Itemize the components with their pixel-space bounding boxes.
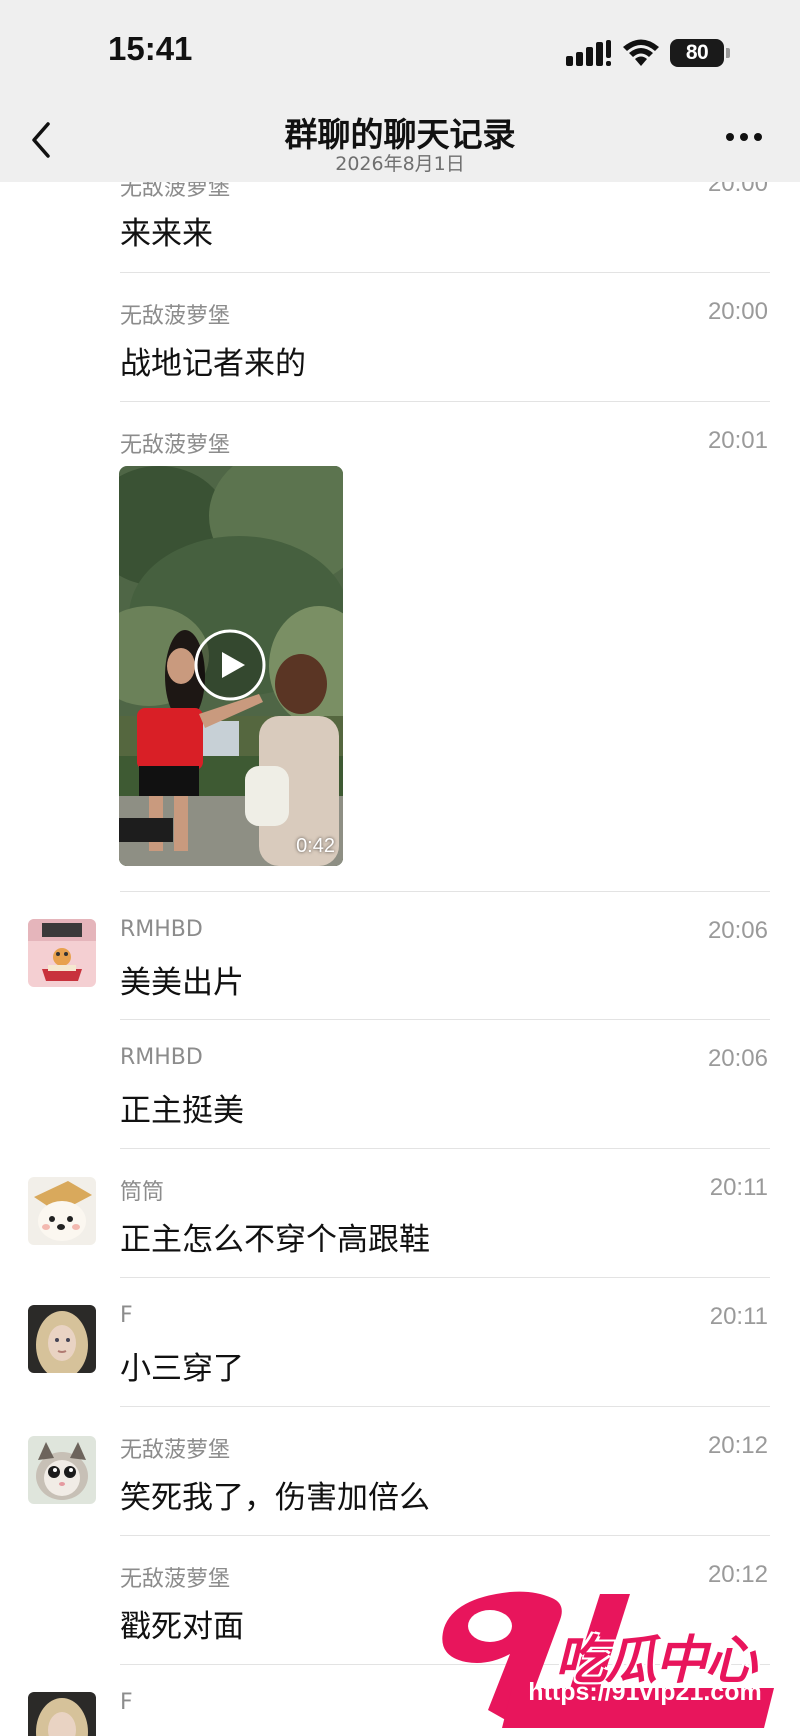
sender-name: 无敌菠萝堡 (120, 1438, 231, 1463)
message-time: 20:12 (707, 1432, 768, 1459)
sender-name: 无敌菠萝堡 (120, 433, 231, 458)
signal-icon (566, 40, 611, 66)
chat-history-page: 无敌菠萝堡 20:00 来来来 无敌菠萝堡 20:00 战地记者来的 无敌菠萝堡… (0, 0, 800, 1736)
play-icon[interactable] (193, 628, 267, 702)
avatar-image (28, 919, 96, 987)
divider (120, 401, 770, 402)
avatar-image (28, 1692, 96, 1736)
message-text: 美美出片 (120, 965, 244, 1001)
sender-name: RMHBD (120, 917, 203, 942)
avatar[interactable] (28, 1305, 96, 1373)
sender-name: 无敌菠萝堡 (120, 1567, 231, 1592)
page-subtitle: 2026年8月1日 (335, 153, 465, 175)
sender-name: 筒筒 (120, 1180, 165, 1205)
video-message[interactable]: 0:42 (119, 466, 343, 866)
battery-tip (726, 48, 730, 58)
message-text: 战地记者来的 (120, 346, 306, 382)
divider (120, 1019, 770, 1020)
message-text: 正主挺美 (120, 1093, 244, 1129)
avatar[interactable] (28, 1692, 96, 1736)
message-time: 20:00 (707, 298, 768, 325)
message-list[interactable]: 无敌菠萝堡 20:00 来来来 无敌菠萝堡 20:00 战地记者来的 无敌菠萝堡… (0, 0, 800, 1736)
message-time: 20:06 (707, 1045, 768, 1072)
avatar[interactable] (28, 1177, 96, 1245)
sender-name: RMHBD (120, 1045, 203, 1070)
watermark-url: https://91vip21.com (528, 1678, 762, 1706)
message-time: 20:06 (707, 917, 768, 944)
message-text: 笑死我了，伤害加倍么 (120, 1480, 430, 1516)
message-text: 正主怎么不穿个高跟鞋 (120, 1222, 430, 1258)
divider (120, 1148, 770, 1149)
message-time: 20:11 (709, 1174, 768, 1201)
message-time: 20:11 (709, 1303, 768, 1330)
message-text: 小三穿了 (120, 1351, 244, 1387)
divider (120, 272, 770, 273)
divider (120, 891, 770, 892)
message-text: 戳死对面 (120, 1609, 244, 1645)
wifi-icon (623, 39, 659, 66)
avatar-image (28, 1436, 96, 1504)
message-time: 20:01 (707, 427, 768, 454)
divider (120, 1535, 770, 1536)
sender-name: F (120, 1303, 133, 1328)
avatar[interactable] (28, 919, 96, 987)
video-duration: 0:42 (296, 835, 335, 857)
status-time: 15:41 (108, 30, 193, 67)
sender-name: F (120, 1690, 133, 1715)
divider (120, 1406, 770, 1407)
message-text: 来来来 (120, 216, 213, 252)
sender-name: 无敌菠萝堡 (120, 304, 231, 329)
avatar-image (28, 1177, 96, 1245)
divider (120, 1277, 770, 1278)
battery-icon: 80 (670, 39, 724, 67)
header: 15:41 80 群聊的聊天记录 2026年8月1日 (0, 0, 800, 182)
avatar[interactable] (28, 1436, 96, 1504)
more-icon[interactable] (724, 130, 764, 144)
avatar-image (28, 1305, 96, 1373)
